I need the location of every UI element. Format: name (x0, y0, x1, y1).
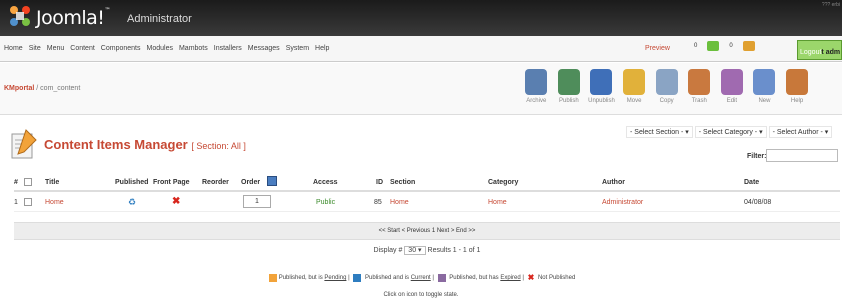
table-row: 1 Home ♻ ✖ 1 Public 85 Home Home Adminis… (14, 192, 840, 212)
menu-site[interactable]: Site (29, 45, 41, 52)
joomla-logo-icon (10, 6, 30, 26)
trash-icon (688, 69, 711, 95)
state-legend: Published, but is Pending | Published an… (0, 273, 842, 282)
not-published-icon: ✖ (527, 273, 535, 282)
select-all-checkbox[interactable] (24, 178, 32, 186)
select-section-dropdown[interactable]: - Select Section - ▾ (626, 126, 693, 138)
messages-count: 0 (694, 43, 698, 49)
order-input[interactable]: 1 (243, 195, 271, 208)
toolbar: Archive Publish Unpublish Move Copy Tras… (520, 69, 813, 104)
help-button[interactable]: Help (781, 69, 814, 104)
select-category-dropdown[interactable]: - Select Category - ▾ (694, 126, 767, 138)
archive-icon (525, 69, 548, 95)
header-subtitle: Administrator (127, 13, 192, 25)
expired-icon (437, 273, 446, 282)
results-text: Results 1 - 1 of 1 (427, 247, 481, 254)
version-text: ??? erbi (821, 2, 840, 8)
col-access: Access (313, 179, 338, 186)
table-header: # Title Published Front Page Reorder Ord… (14, 172, 840, 192)
new-button[interactable]: New (748, 69, 781, 104)
messages-icon[interactable] (707, 41, 720, 51)
edit-icon (720, 69, 743, 95)
row-category-link[interactable]: Home (488, 199, 507, 206)
menu-modules[interactable]: Modules (147, 45, 173, 52)
menu-home[interactable]: Home (4, 45, 23, 52)
display-count-select[interactable]: 30 ▾ (404, 246, 426, 255)
admin-header: Joomla!™ Administrator ??? erbi (0, 0, 842, 36)
col-section: Section (390, 179, 416, 186)
menubar: Home Site Menu Content Components Module… (0, 36, 842, 62)
row-checkbox[interactable] (24, 198, 32, 206)
filter-selects: - Select Section - ▾ - Select Category -… (626, 126, 833, 138)
col-id: ID (376, 179, 383, 186)
menu-system[interactable]: System (286, 45, 309, 52)
main-menu: Home Site Menu Content Components Module… (4, 45, 329, 52)
joomla-wordmark: Joomla!™ (36, 7, 110, 29)
menu-content[interactable]: Content (70, 45, 95, 52)
menu-mambots[interactable]: Mambots (179, 45, 208, 52)
edit-button[interactable]: Edit (716, 69, 749, 104)
col-category: Category (488, 179, 519, 186)
users-count: 0 (729, 43, 733, 49)
published-icon[interactable]: ♻ (128, 197, 136, 208)
save-order-icon[interactable] (267, 176, 277, 186)
menu-installers[interactable]: Installers (214, 45, 242, 52)
col-author: Author (602, 179, 625, 186)
content-items-table: # Title Published Front Page Reorder Ord… (14, 172, 840, 212)
display-controls: Display # 30 ▾ Results 1 - 1 of 1 (14, 242, 840, 260)
menu-messages[interactable]: Messages (248, 45, 280, 52)
trash-button[interactable]: Trash (683, 69, 716, 104)
pagination[interactable]: << Start < Previous 1 Next > End >> (14, 222, 840, 240)
row-title-link[interactable]: Home (45, 199, 64, 206)
breadcrumb: KMportal / com_content (4, 85, 81, 92)
col-number: # (14, 179, 18, 186)
pending-icon (268, 273, 277, 282)
current-icon (353, 273, 362, 282)
copy-button[interactable]: Copy (650, 69, 683, 104)
section-label: [ Section: All ] (191, 141, 246, 151)
display-label: Display # (373, 247, 403, 254)
menu-menu[interactable]: Menu (47, 45, 65, 52)
publish-icon (557, 69, 580, 95)
logout-button[interactable]: Logoutt adm (797, 40, 842, 60)
menu-components[interactable]: Components (101, 45, 141, 52)
toolbar-row: KMportal / com_content Archive Publish U… (0, 63, 842, 115)
archive-button[interactable]: Archive (520, 69, 553, 104)
toggle-hint: Click on icon to toggle state. (383, 292, 459, 298)
users-icon[interactable] (742, 41, 755, 51)
move-button[interactable]: Move (618, 69, 651, 104)
page-header: Content Items Manager [ Section: All ] -… (0, 115, 842, 163)
move-icon (623, 69, 646, 95)
username: t adm (821, 49, 841, 56)
select-author-dropdown[interactable]: - Select Author - ▾ (768, 126, 833, 138)
breadcrumb-home[interactable]: KMportal (4, 85, 34, 92)
col-order: Order (241, 179, 261, 186)
not-frontpage-icon[interactable]: ✖ (172, 196, 180, 207)
row-section-link[interactable]: Home (390, 199, 409, 206)
preview-link[interactable]: Preview (645, 45, 670, 52)
menu-help[interactable]: Help (315, 45, 329, 52)
status-indicators: 0 0 (694, 41, 755, 51)
col-date: Date (744, 179, 760, 186)
copy-icon (655, 69, 678, 95)
help-icon (786, 69, 809, 95)
col-reorder: Reorder (202, 179, 229, 186)
page-title: Content Items Manager [ Section: All ] (44, 137, 246, 152)
content-manager-icon (11, 129, 37, 159)
row-number: 1 (14, 199, 18, 206)
col-frontpage: Front Page (153, 179, 190, 186)
col-published: Published (115, 179, 149, 186)
unpublish-button[interactable]: Unpublish (585, 69, 618, 104)
row-id: 85 (374, 199, 382, 206)
row-author-link[interactable]: Administrator (602, 199, 643, 206)
col-title[interactable]: Title (45, 179, 59, 186)
publish-button[interactable]: Publish (553, 69, 586, 104)
unpublish-icon (590, 69, 613, 95)
row-date: 04/08/08 (744, 199, 772, 206)
filter-input[interactable] (766, 149, 838, 162)
new-icon (753, 69, 776, 95)
filter-label: Filter: (747, 153, 767, 160)
row-access-link[interactable]: Public (316, 199, 335, 206)
